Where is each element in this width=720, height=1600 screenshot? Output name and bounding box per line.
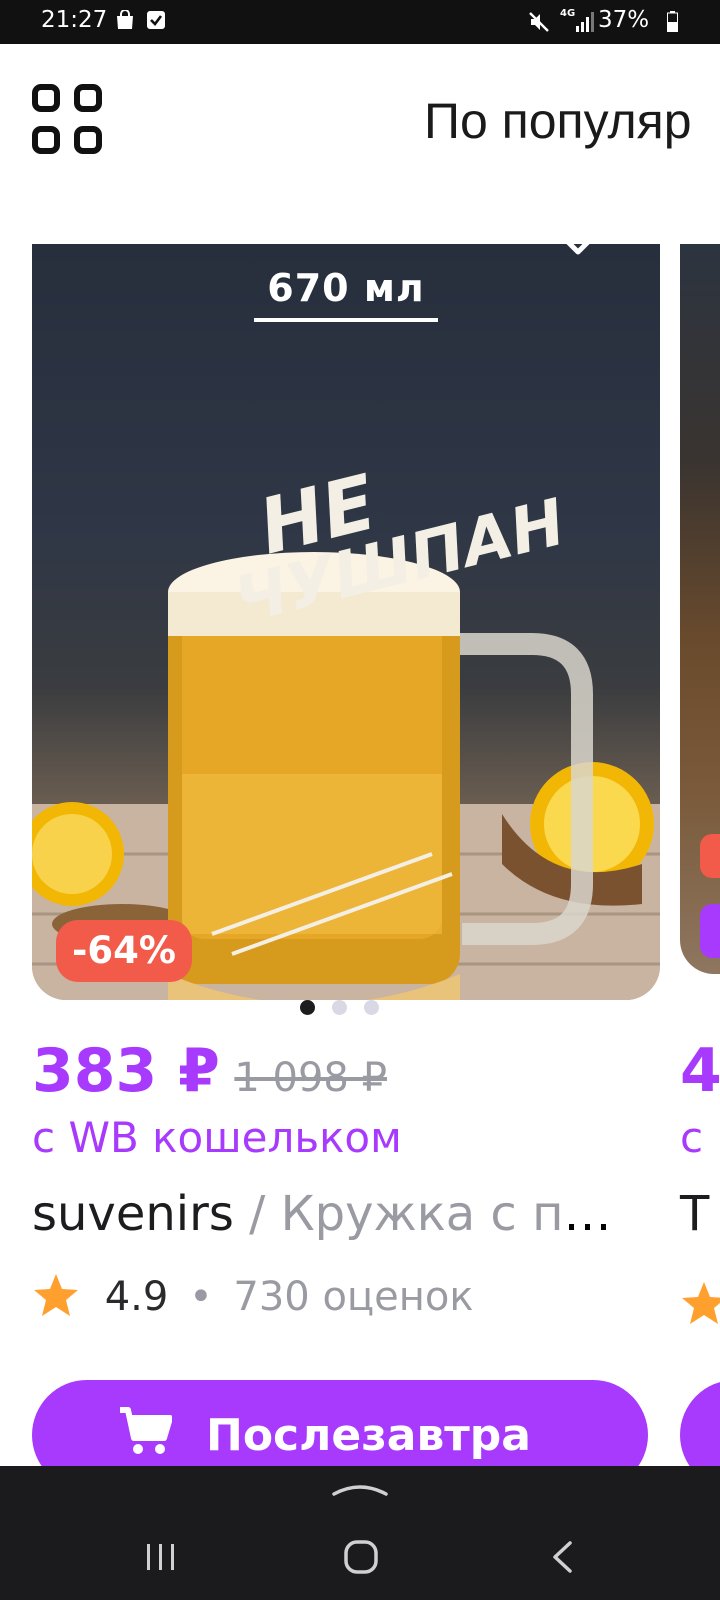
- add-to-cart-button[interactable]: Послезавтра: [32, 1380, 648, 1466]
- battery-icon: [667, 11, 678, 32]
- checkbox-notification-icon: [147, 11, 165, 29]
- status-time: 21:27: [41, 7, 108, 33]
- discount-badge: -64%: [56, 920, 192, 982]
- product-title[interactable]: suvenirs / Кружка с пр...: [32, 1186, 632, 1242]
- wallet-note: с WB кошельком: [32, 1113, 402, 1162]
- grid-cell: [74, 84, 102, 112]
- product-image: [32, 552, 660, 1000]
- cart-icon: [120, 1407, 172, 1454]
- screen: 21:27 4G 37% По популяр 670 мл НЕ ЧУШПАН…: [0, 0, 720, 1600]
- status-bar: 21:27 4G 37%: [0, 0, 720, 44]
- product-feed[interactable]: 670 мл НЕ ЧУШПАН -64% 383 ₽ 1 098 ₽ с WB…: [0, 244, 720, 1466]
- home-icon[interactable]: [344, 1540, 378, 1574]
- caption-underline: [254, 318, 438, 322]
- old-price: 1 098 ₽: [234, 1055, 388, 1101]
- reviews-count: 730 оценок: [233, 1274, 474, 1320]
- sort-button[interactable]: По популяр: [424, 92, 692, 150]
- next-add-to-cart-button[interactable]: [680, 1380, 720, 1466]
- next-product-price: 4: [680, 1036, 720, 1106]
- cart-button-label: Послезавтра: [206, 1410, 531, 1461]
- mute-icon: [529, 12, 549, 32]
- chevron-up-icon[interactable]: [332, 1476, 388, 1498]
- next-wallet-note: с: [680, 1113, 704, 1162]
- product-photo[interactable]: 670 мл НЕ ЧУШПАН: [32, 244, 660, 1000]
- next-product-title[interactable]: T: [680, 1186, 709, 1242]
- rating-bullet: •: [189, 1274, 213, 1320]
- rating-value: 4.9: [104, 1274, 169, 1320]
- carousel-dot[interactable]: [364, 1000, 379, 1015]
- product-name: Кружка с пр...: [280, 1186, 632, 1242]
- system-nav-bar: [0, 1466, 720, 1600]
- current-price: 383 ₽: [32, 1036, 220, 1106]
- favorite-heart-icon[interactable]: [540, 244, 616, 260]
- recent-apps-icon[interactable]: [145, 1542, 177, 1572]
- title-separator: /: [233, 1186, 281, 1242]
- product-card[interactable]: 670 мл НЕ ЧУШПАН -64% 383 ₽ 1 098 ₽ с WB…: [32, 244, 660, 1466]
- network-type: 4G: [560, 8, 576, 19]
- carousel-dot-active[interactable]: [300, 1000, 315, 1015]
- carousel-dot[interactable]: [332, 1000, 347, 1015]
- grid-cell: [32, 126, 60, 154]
- price-row: 383 ₽ 1 098 ₽: [32, 1036, 387, 1106]
- star-icon: [34, 1274, 78, 1316]
- brand-name: suvenirs: [32, 1186, 234, 1242]
- photo-caption: 670 мл: [267, 266, 425, 310]
- next-star-icon: [682, 1282, 720, 1324]
- rating-row: 4.9 • 730 оценок: [32, 1272, 474, 1320]
- battery-percent: 37%: [598, 7, 650, 33]
- signal-icon: [576, 12, 594, 32]
- grid-cell: [32, 84, 60, 112]
- next-discount-badge: [700, 834, 720, 878]
- top-bar: По популяр: [0, 44, 720, 244]
- shopping-bag-icon: [117, 10, 133, 29]
- grid-cell: [74, 126, 102, 154]
- next-promo-badge: [700, 904, 720, 958]
- grid-view-icon[interactable]: [32, 84, 110, 162]
- back-icon[interactable]: [550, 1540, 574, 1574]
